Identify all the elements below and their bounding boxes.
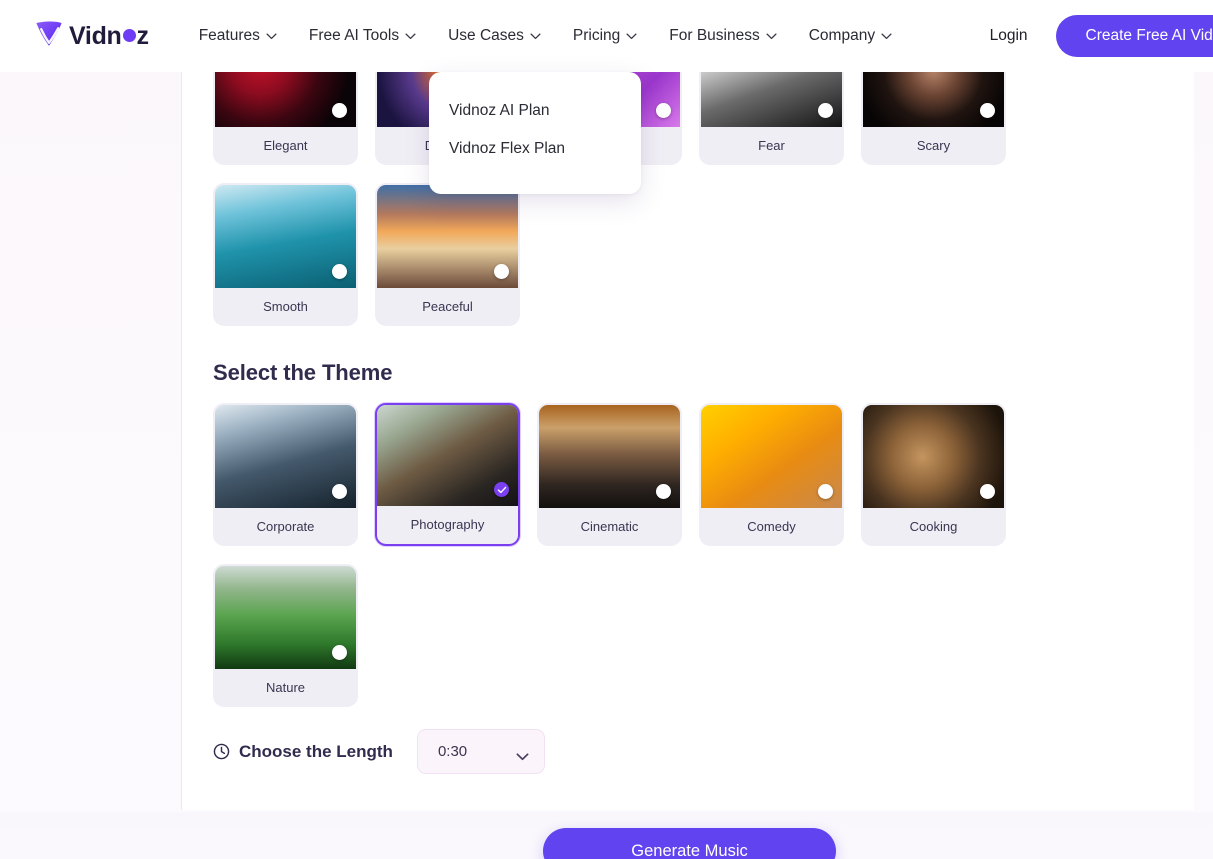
dropdown-item-vidnoz-ai-plan[interactable]: Vidnoz AI Plan: [429, 92, 641, 130]
nav-item-use-cases[interactable]: Use Cases: [432, 19, 557, 53]
card-label: Fear: [758, 137, 785, 153]
card-peaceful[interactable]: Peaceful: [375, 183, 520, 326]
pricing-dropdown-menu: Vidnoz AI Plan Vidnoz Flex Plan: [429, 72, 641, 194]
chevron-down-icon: [405, 32, 416, 40]
card-radio-toggle[interactable]: [332, 103, 347, 118]
chevron-down-icon: [530, 32, 541, 40]
nav-item-free-ai-tools[interactable]: Free AI Tools: [293, 19, 432, 53]
card-radio-toggle[interactable]: [332, 645, 347, 660]
length-row: Choose the Length 0:30: [213, 729, 545, 774]
card-label: Cooking: [909, 518, 958, 534]
nav-item-label: For Business: [669, 27, 760, 44]
logo-dot-icon: [122, 29, 136, 43]
theme-card-grid: Corporate Photography Cinematic Comedy Cooki…: [213, 403, 1053, 725]
chevron-down-icon: [516, 748, 529, 760]
generate-music-button[interactable]: Generate Music: [543, 828, 836, 859]
nav-item-label: Free AI Tools: [308, 27, 400, 44]
card-radio-toggle[interactable]: [980, 103, 995, 118]
card-smooth[interactable]: Smooth: [213, 183, 358, 326]
card-selected-check-icon[interactable]: [494, 482, 509, 497]
logo[interactable]: Vidn z: [33, 20, 149, 53]
create-free-ai-video-button[interactable]: Create Free AI Video: [1055, 15, 1213, 57]
nav-item-for-business[interactable]: For Business: [653, 19, 792, 53]
card-comedy[interactable]: Comedy: [699, 403, 844, 546]
card-radio-toggle[interactable]: [332, 484, 347, 499]
nav-item-label: Company: [808, 27, 876, 44]
card-thumbnail: [377, 405, 518, 506]
nav-item-label: Features: [198, 27, 260, 44]
card-thumbnail: [215, 566, 356, 669]
card-radio-toggle[interactable]: [494, 264, 509, 279]
card-nature[interactable]: Nature: [213, 564, 358, 707]
card-label: Cinematic: [580, 518, 639, 534]
page-root: ElegantDreamyPlayfulFearScarySmoothPeace…: [0, 0, 1213, 859]
card-corporate[interactable]: Corporate: [213, 403, 358, 546]
card-thumbnail: [701, 405, 842, 508]
card-radio-toggle[interactable]: [980, 484, 995, 499]
nav-item-pricing[interactable]: Pricing: [557, 19, 653, 53]
card-label: Smooth: [263, 298, 308, 314]
card-radio-toggle[interactable]: [656, 103, 671, 118]
chevron-down-icon: [626, 32, 637, 40]
card-thumbnail: [215, 405, 356, 508]
length-label-group: Choose the Length: [213, 742, 393, 762]
length-label-text: Choose the Length: [239, 741, 393, 761]
card-label: Scary: [916, 137, 951, 153]
card-thumbnail: [377, 185, 518, 288]
card-cooking[interactable]: Cooking: [861, 403, 1006, 546]
vidnoz-logo-icon: [33, 20, 64, 53]
card-radio-toggle[interactable]: [332, 264, 347, 279]
card-radio-toggle[interactable]: [656, 484, 671, 499]
card-label: Comedy: [747, 518, 796, 534]
card-thumbnail: [539, 405, 680, 508]
logo-text-part-b: z: [136, 21, 150, 50]
nav-item-company[interactable]: Company: [793, 19, 908, 53]
length-selected-value: 0:30: [437, 743, 468, 760]
chevron-down-icon: [266, 32, 277, 40]
card-label: Corporate: [256, 518, 315, 534]
header-right-actions: Login Create Free AI Video: [984, 0, 1213, 72]
chevron-down-icon: [881, 32, 892, 40]
card-thumbnail: [215, 185, 356, 288]
nav-item-features[interactable]: Features: [183, 19, 293, 53]
main-content-panel: ElegantDreamyPlayfulFearScarySmoothPeace…: [181, 22, 1194, 810]
nav-item-label: Use Cases: [448, 27, 524, 44]
card-label: Photography: [410, 516, 485, 532]
card-radio-toggle[interactable]: [818, 103, 833, 118]
logo-text-part-a: Vidn: [69, 21, 122, 50]
chevron-down-icon: [766, 32, 777, 40]
card-label: Nature: [265, 679, 306, 695]
card-cinematic[interactable]: Cinematic: [537, 403, 682, 546]
card-label: Elegant: [263, 137, 308, 153]
clock-icon: [213, 743, 230, 760]
card-thumbnail: [863, 405, 1004, 508]
length-select[interactable]: 0:30: [416, 729, 545, 774]
dropdown-item-vidnoz-flex-plan[interactable]: Vidnoz Flex Plan: [429, 130, 641, 168]
logo-text: Vidn z: [69, 21, 150, 50]
card-label: Peaceful: [422, 298, 473, 314]
login-link[interactable]: Login: [984, 19, 1034, 53]
card-photography[interactable]: Photography: [375, 403, 520, 546]
main-navigation: Features Free AI Tools Use Cases Pricing For…: [183, 19, 908, 53]
theme-section-title: Select the Theme: [213, 360, 393, 385]
card-radio-toggle[interactable]: [818, 484, 833, 499]
nav-item-label: Pricing: [572, 27, 621, 44]
site-header: Vidn z Features Free AI Tools Use Cases Pric…: [0, 0, 1213, 72]
